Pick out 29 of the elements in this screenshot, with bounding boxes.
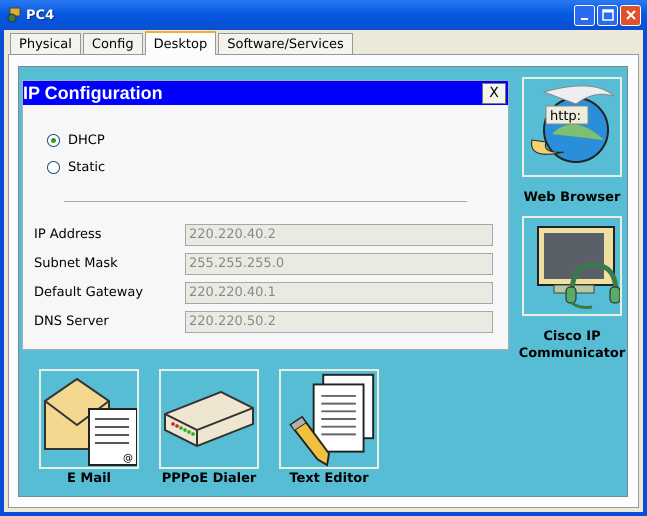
app-label: Web Browser xyxy=(524,189,620,206)
field-label: Default Gateway xyxy=(34,285,144,300)
minimize-icon xyxy=(581,18,588,20)
app-tile[interactable] xyxy=(159,369,259,469)
radio-button[interactable] xyxy=(47,134,60,147)
tab[interactable]: Desktop xyxy=(144,31,216,55)
field-label: IP Address xyxy=(34,227,103,242)
field-label: Subnet Mask xyxy=(34,256,119,271)
tab[interactable]: Config xyxy=(82,33,143,54)
app-label: Cisco IP Communicator xyxy=(518,328,626,362)
tab[interactable]: Software/Services xyxy=(218,33,353,54)
maximize-button[interactable] xyxy=(597,4,618,26)
close-button[interactable]: X xyxy=(482,82,506,104)
radio-button[interactable] xyxy=(47,161,60,174)
app-label: Text Editor xyxy=(289,471,369,486)
app-tile[interactable] xyxy=(522,216,622,316)
minimize-button[interactable] xyxy=(574,4,595,26)
radio-option[interactable]: Static xyxy=(47,154,498,181)
dialog-title: IP Configuration xyxy=(23,82,163,104)
close-icon xyxy=(624,9,636,21)
field-label: DNS Server xyxy=(34,314,110,329)
maximize-icon xyxy=(602,9,614,21)
app-label: PPPoE Dialer xyxy=(162,471,256,486)
app-label: E Mail xyxy=(66,471,112,486)
close-button[interactable] xyxy=(620,4,641,26)
app-tile[interactable] xyxy=(279,369,379,469)
window-title: PC4 xyxy=(26,8,54,22)
tab[interactable]: Physical xyxy=(10,33,81,54)
radio-option[interactable]: DHCP xyxy=(47,127,498,154)
